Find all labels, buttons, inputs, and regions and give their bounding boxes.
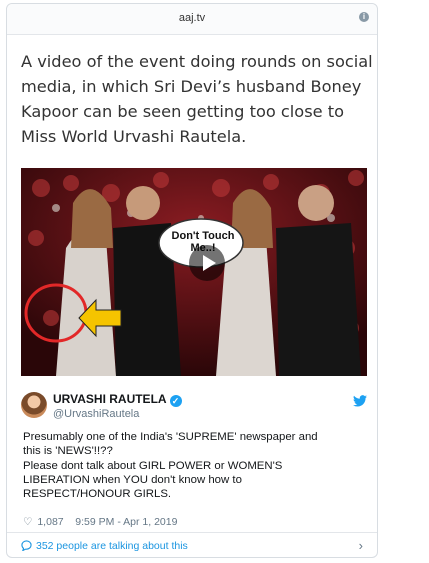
- tweet-header: URVASHI RAUTELA ✓ @UrvashiRautela: [21, 392, 373, 432]
- twitter-bird-icon[interactable]: [353, 395, 367, 407]
- conversation-footer[interactable]: 352 people are talking about this ›: [7, 532, 377, 558]
- verified-icon: ✓: [169, 395, 182, 407]
- tweet-meta: ♡ 1,087 9:59 PM - Apr 1, 2019: [23, 516, 177, 528]
- talking-about-label: 352 people are talking about this: [36, 540, 188, 552]
- info-icon[interactable]: i: [359, 12, 369, 22]
- source-bar: aaj.tv i: [7, 4, 377, 35]
- author-name-text: URVASHI RAUTELA: [53, 392, 167, 406]
- tweet-text: Presumably one of the India's 'SUPREME' …: [23, 431, 318, 501]
- video-thumbnail[interactable]: Don't Touch Me..!: [21, 168, 367, 376]
- heart-icon[interactable]: ♡: [23, 516, 32, 528]
- speech-bubble-icon: [21, 540, 32, 551]
- talking-about-link[interactable]: 352 people are talking about this: [21, 540, 188, 552]
- tweet-timestamp[interactable]: 9:59 PM - Apr 1, 2019: [75, 516, 177, 528]
- like-count[interactable]: 1,087: [37, 516, 63, 528]
- source-domain[interactable]: aaj.tv: [7, 12, 377, 24]
- play-icon: [203, 255, 216, 271]
- author-handle[interactable]: @UrvashiRautela: [53, 408, 139, 420]
- embedded-tweet-card: aaj.tv i A video of the event doing roun…: [6, 3, 378, 558]
- article-headline: A video of the event doing rounds on soc…: [21, 52, 373, 146]
- chevron-right-icon[interactable]: ›: [359, 538, 363, 553]
- avatar[interactable]: [21, 392, 47, 418]
- play-button[interactable]: [189, 245, 225, 281]
- author-name[interactable]: URVASHI RAUTELA ✓: [53, 392, 182, 407]
